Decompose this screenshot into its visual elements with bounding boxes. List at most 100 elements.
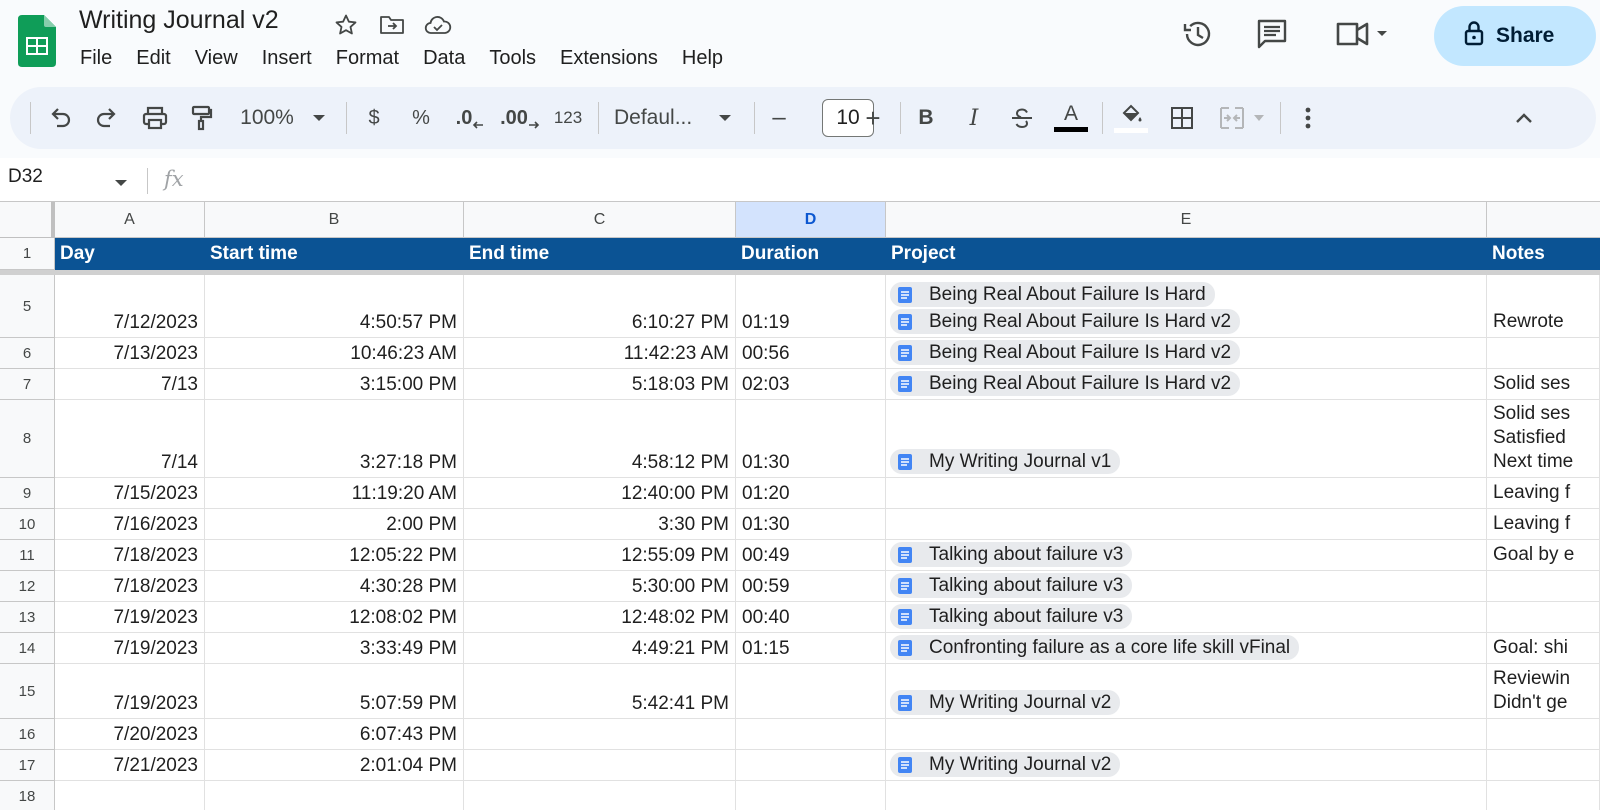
share-button[interactable]: Share	[1434, 6, 1596, 66]
merge-dropdown-icon[interactable]	[1250, 87, 1268, 149]
cell-duration[interactable]: 01:30	[736, 509, 886, 540]
zoom-dropdown-icon[interactable]	[308, 87, 330, 149]
cell-project[interactable]	[886, 719, 1487, 750]
text-color-button[interactable]: A	[1054, 87, 1088, 149]
cell-end-time[interactable]: 12:48:02 PM	[464, 602, 736, 633]
row-header-17[interactable]: 17	[0, 750, 55, 781]
percent-format-button[interactable]: %	[408, 87, 434, 149]
cell-project[interactable]: Confronting failure as a core life skill…	[886, 633, 1487, 664]
row-header-7[interactable]: 7	[0, 369, 55, 400]
cell-duration[interactable]: 01:20	[736, 478, 886, 509]
cell-duration[interactable]: 01:30	[736, 400, 886, 478]
cell-duration[interactable]: 00:40	[736, 602, 886, 633]
row-header-11[interactable]: 11	[0, 540, 55, 571]
cell-start-time[interactable]: 2:01:04 PM	[205, 750, 464, 781]
file-chip[interactable]: Talking about failure v3	[890, 573, 1133, 598]
star-icon[interactable]	[330, 10, 362, 40]
cell-project[interactable]	[886, 478, 1487, 509]
cell-day[interactable]: 7/19/2023	[55, 633, 205, 664]
cell-duration[interactable]	[736, 664, 886, 719]
comments-icon[interactable]	[1252, 14, 1292, 54]
font-family-select[interactable]: Defaul...	[614, 87, 712, 149]
menu-format[interactable]: Format	[324, 46, 411, 71]
cell-notes[interactable]: Rewrote	[1487, 275, 1600, 338]
header-cell-start-time[interactable]: Start time	[205, 238, 464, 270]
column-header-b[interactable]: B	[205, 202, 464, 238]
cell-duration[interactable]: 01:15	[736, 633, 886, 664]
cell-day[interactable]: 7/14	[55, 400, 205, 478]
cell-end-time[interactable]: 4:58:12 PM	[464, 400, 736, 478]
select-all-corner[interactable]	[0, 202, 55, 238]
cell-notes[interactable]	[1487, 750, 1600, 781]
file-chip[interactable]: My Writing Journal v2	[890, 690, 1121, 715]
more-formats-button[interactable]: 123	[548, 87, 588, 149]
cell-day[interactable]: 7/13/2023	[55, 338, 205, 369]
strikethrough-icon[interactable]	[1008, 87, 1036, 149]
column-header-c[interactable]: C	[464, 202, 736, 238]
cell-duration[interactable]: 02:03	[736, 369, 886, 400]
cell-project[interactable]: Talking about failure v3	[886, 602, 1487, 633]
menu-help[interactable]: Help	[670, 46, 735, 71]
cell-notes[interactable]: Leaving f	[1487, 509, 1600, 540]
name-box[interactable]: D32	[8, 166, 43, 188]
cell-start-time[interactable]: 4:30:28 PM	[205, 571, 464, 602]
cell-end-time[interactable]	[464, 750, 736, 781]
cell-start-time[interactable]: 3:15:00 PM	[205, 369, 464, 400]
cell-day[interactable]: 7/21/2023	[55, 750, 205, 781]
row-header-8[interactable]: 8	[0, 400, 55, 478]
currency-format-button[interactable]: $	[362, 87, 386, 149]
cell-notes[interactable]: Solid ses	[1487, 369, 1600, 400]
cell-duration[interactable]	[736, 781, 886, 810]
menu-view[interactable]: View	[183, 46, 250, 71]
menu-extensions[interactable]: Extensions	[548, 46, 670, 71]
cell-project[interactable]: Being Real About Failure Is Hard v2	[886, 338, 1487, 369]
row-header-10[interactable]: 10	[0, 509, 55, 540]
cell-start-time[interactable]: 10:46:23 AM	[205, 338, 464, 369]
cell-day[interactable]: 7/19/2023	[55, 664, 205, 719]
column-header-e[interactable]: E	[886, 202, 1487, 238]
menu-data[interactable]: Data	[411, 46, 477, 71]
meet-call-icon[interactable]	[1334, 14, 1394, 54]
row-header-13[interactable]: 13	[0, 602, 55, 633]
cell-end-time[interactable]: 12:40:00 PM	[464, 478, 736, 509]
cell-end-time[interactable]: 12:55:09 PM	[464, 540, 736, 571]
cell-duration[interactable]	[736, 750, 886, 781]
cell-notes[interactable]: Reviewin Didn't ge	[1487, 664, 1600, 719]
header-cell-notes[interactable]: Notes	[1487, 238, 1600, 270]
cell-start-time[interactable]: 12:05:22 PM	[205, 540, 464, 571]
cell-notes[interactable]	[1487, 781, 1600, 810]
file-chip[interactable]: Being Real About Failure Is Hard	[890, 282, 1215, 307]
file-chip[interactable]: My Writing Journal v2	[890, 752, 1121, 777]
cell-notes[interactable]	[1487, 338, 1600, 369]
name-box-dropdown-icon[interactable]	[114, 174, 128, 192]
cell-start-time[interactable]: 12:08:02 PM	[205, 602, 464, 633]
column-header-f[interactable]	[1487, 202, 1600, 238]
cell-notes[interactable]: Leaving f	[1487, 478, 1600, 509]
cell-project[interactable]: My Writing Journal v1	[886, 400, 1487, 478]
column-header-a[interactable]: A	[55, 202, 205, 238]
cell-day[interactable]: 7/18/2023	[55, 571, 205, 602]
row-header-6[interactable]: 6	[0, 338, 55, 369]
cell-end-time[interactable]: 5:18:03 PM	[464, 369, 736, 400]
menu-edit[interactable]: Edit	[124, 46, 182, 71]
cell-start-time[interactable]: 11:19:20 AM	[205, 478, 464, 509]
sheets-logo-icon[interactable]	[18, 15, 56, 67]
menu-insert[interactable]: Insert	[250, 46, 324, 71]
borders-icon[interactable]	[1168, 87, 1196, 149]
font-dropdown-icon[interactable]	[714, 87, 736, 149]
row-header-14[interactable]: 14	[0, 633, 55, 664]
cell-start-time[interactable]: 3:27:18 PM	[205, 400, 464, 478]
fill-color-icon[interactable]	[1114, 87, 1148, 149]
row-header-16[interactable]: 16	[0, 719, 55, 750]
cell-day[interactable]: 7/18/2023	[55, 540, 205, 571]
cell-notes[interactable]	[1487, 571, 1600, 602]
redo-icon[interactable]	[93, 87, 121, 149]
row-header-15[interactable]: 15	[0, 664, 55, 719]
file-chip[interactable]: Talking about failure v3	[890, 542, 1133, 567]
file-chip[interactable]: Being Real About Failure Is Hard v2	[890, 371, 1241, 396]
cell-notes[interactable]: Goal by e	[1487, 540, 1600, 571]
cell-notes[interactable]	[1487, 719, 1600, 750]
file-chip[interactable]: Talking about failure v3	[890, 604, 1133, 629]
cloud-saved-icon[interactable]	[422, 10, 454, 40]
zoom-select[interactable]: 100%	[232, 87, 302, 149]
